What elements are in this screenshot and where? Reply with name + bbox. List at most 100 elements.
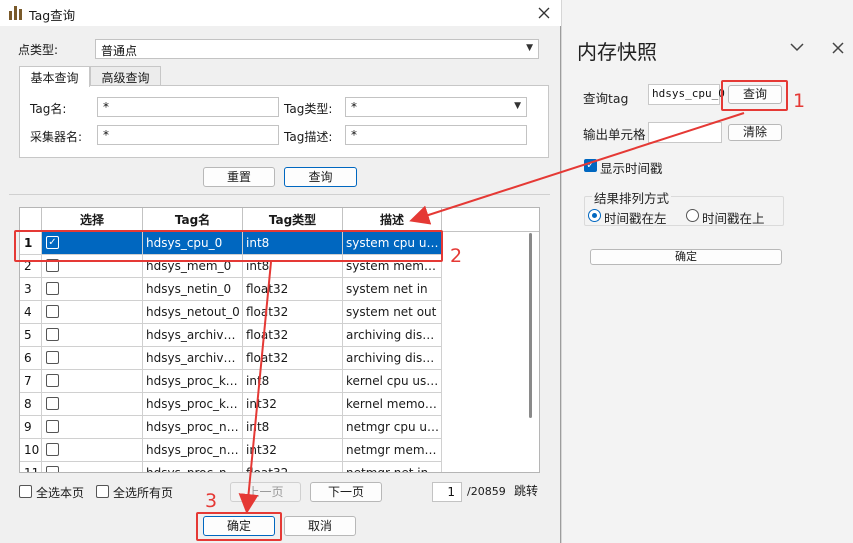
reset-button[interactable]: 重置 [203, 167, 275, 187]
row-checkbox[interactable] [46, 397, 59, 410]
select-all-label: 全选所有页 [113, 486, 174, 500]
close-icon[interactable] [538, 2, 550, 23]
cell-type: int32 [243, 439, 343, 462]
cell-num: 4 [20, 301, 42, 324]
clear-button[interactable]: 清除 [728, 124, 782, 141]
prev-page-button[interactable]: 上一页 [230, 482, 301, 502]
tag-desc-input[interactable]: * [345, 125, 527, 145]
table-row[interactable]: 1 ✓ hdsys_cpu_0int8system cpu usage [20, 232, 442, 255]
row-checkbox[interactable] [46, 351, 59, 364]
annotation-step-3: 3 [205, 490, 218, 512]
cell-num: 7 [20, 370, 42, 393]
cell-type: int8 [243, 370, 343, 393]
cell-type: float32 [243, 301, 343, 324]
cell-num: 3 [20, 278, 42, 301]
row-checkbox[interactable] [46, 259, 59, 272]
cell-select [42, 324, 143, 347]
select-page-checkbox[interactable] [19, 485, 32, 498]
tag-type-select[interactable]: * ▼ [345, 97, 527, 117]
cell-type: float32 [243, 347, 343, 370]
point-type-value: 普通点 [101, 44, 138, 58]
annotation-step-2: 2 [450, 245, 463, 267]
sort-top-label: 时间戳在上 [702, 211, 765, 226]
row-checkbox[interactable] [46, 305, 59, 318]
dialog-cancel-button[interactable]: 取消 [284, 516, 356, 536]
cell-type: int8 [243, 232, 343, 255]
table-row[interactable]: 3 hdsys_netin_0 float32 system net in [20, 278, 442, 301]
cell-desc: archiving disk usage [343, 324, 442, 347]
table-row[interactable]: 10 hdsys_proc_netmgr_1int32netmgr memory … [20, 439, 442, 462]
close-icon[interactable] [832, 40, 844, 58]
tag-name-input[interactable]: * [97, 97, 279, 117]
cell-select [42, 347, 143, 370]
table-row[interactable]: 9 hdsys_proc_netmgr_0int8netmgr cpu usage [20, 416, 442, 439]
cell-desc: netmgr cpu usage [343, 416, 442, 439]
cell-name: hdsys_archive_0 [143, 324, 243, 347]
chevron-down-icon: ▼ [526, 43, 533, 53]
header-select[interactable]: 选择 [42, 208, 143, 232]
dialog-query-button[interactable]: 查询 [284, 167, 357, 187]
collector-input[interactable]: * [97, 125, 279, 145]
jump-button[interactable]: 跳转 [512, 482, 540, 502]
basic-query-page: Tag名: * Tag类型: * ▼ 采集器名: * Tag描述: * [19, 85, 549, 158]
row-checkbox[interactable] [46, 466, 59, 472]
vertical-scrollbar[interactable] [529, 233, 532, 418]
cell-select [42, 416, 143, 439]
cell-desc: archiving disk usage [343, 347, 442, 370]
table-row[interactable]: 8 hdsys_proc_kernel_1int32kernel memory u… [20, 393, 442, 416]
cell-type: float32 [243, 278, 343, 301]
query-tag-input[interactable]: hdsys_cpu_0 [648, 84, 725, 105]
cell-name: hdsys_netout_0 [143, 301, 243, 324]
select-all-checkbox[interactable] [96, 485, 109, 498]
next-page-button[interactable]: 下一页 [310, 482, 382, 502]
snapshot-query-button[interactable]: 查询 [728, 85, 782, 104]
cell-type: int8 [243, 255, 343, 278]
header-tag-type[interactable]: Tag类型 [243, 208, 343, 232]
cell-name: hdsys_archive_1 [143, 347, 243, 370]
row-checkbox[interactable] [46, 443, 59, 456]
cell-num: 9 [20, 416, 42, 439]
cell-name: hdsys_cpu_0 [143, 232, 243, 255]
query-tag-label: 查询tag [583, 91, 629, 106]
point-type-select[interactable]: 普通点 ▼ [95, 39, 539, 59]
table-row[interactable]: 2 hdsys_mem_0int8system memory usage [20, 255, 442, 278]
cell-name: hdsys_proc_kernel_1 [143, 393, 243, 416]
header-description[interactable]: 描述 [343, 208, 442, 232]
collector-label: 采集器名: [30, 130, 83, 144]
row-checkbox[interactable] [46, 328, 59, 341]
cell-type: float32 [243, 324, 343, 347]
snapshot-panel: 内存快照 查询tag hdsys_cpu_0 查询 输出单元格 清除 ✓ 显示时… [561, 0, 853, 543]
cell-num: 10 [20, 439, 42, 462]
sort-top-radio[interactable] [686, 209, 699, 222]
row-checkbox[interactable] [46, 282, 59, 295]
table-row[interactable]: 4 hdsys_netout_0 float32 system net out [20, 301, 442, 324]
snapshot-ok-button[interactable]: 确定 [590, 249, 782, 265]
row-checkbox[interactable]: ✓ [46, 236, 59, 249]
row-checkbox[interactable] [46, 374, 59, 387]
row-checkbox[interactable] [46, 420, 59, 433]
table-row[interactable]: 7 hdsys_proc_kernel_0int8kernel cpu usage [20, 370, 442, 393]
header-tag-name[interactable]: Tag名 [143, 208, 243, 232]
tab-basic-query[interactable]: 基本查询 [19, 66, 90, 87]
chevron-down-icon[interactable] [790, 40, 804, 58]
cell-desc: kernel cpu usage [343, 370, 442, 393]
dialog-title: Tag查询 [29, 8, 76, 23]
output-cells-input[interactable] [648, 122, 722, 143]
tab-advanced-query[interactable]: 高级查询 [90, 66, 161, 86]
tag-type-label: Tag类型: [284, 102, 333, 116]
sort-left-radio[interactable] [588, 209, 601, 222]
cell-num: 5 [20, 324, 42, 347]
tag-type-value: * [351, 100, 357, 114]
table-row[interactable]: 5 hdsys_archive_0float32archiving disk us… [20, 324, 442, 347]
show-timestamp-checkbox[interactable]: ✓ [584, 159, 597, 172]
annotation-step-1: 1 [793, 90, 806, 112]
output-cells-label: 输出单元格 [583, 127, 646, 142]
page-input[interactable]: 1 [432, 482, 462, 502]
sort-left-label: 时间戳在左 [604, 211, 667, 226]
snapshot-title: 内存快照 [577, 40, 657, 64]
dialog-ok-button[interactable]: 确定 [203, 516, 275, 536]
show-timestamp-label: 显示时间戳 [600, 161, 663, 176]
dialog-titlebar: Tag查询 [0, 0, 561, 26]
table-row[interactable]: 11 hdsys_proc_netmgr_2float32netmgr net i… [20, 462, 442, 472]
table-row[interactable]: 6 hdsys_archive_1float32archiving disk us… [20, 347, 442, 370]
